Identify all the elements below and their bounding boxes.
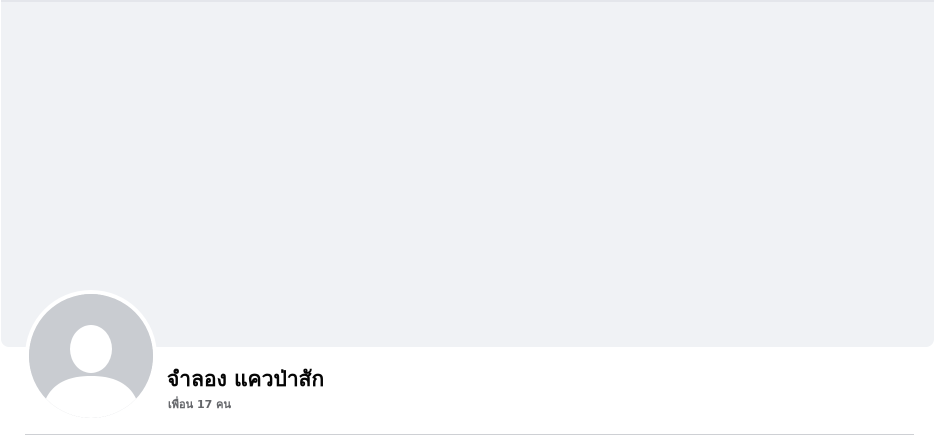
header-divider xyxy=(25,434,914,435)
profile-picture[interactable] xyxy=(29,294,153,418)
profile-picture-frame[interactable] xyxy=(25,290,157,422)
profile-name[interactable]: จำลอง แควป่าสัก xyxy=(167,365,324,393)
friends-count-link[interactable]: เพื่อน 17 คน xyxy=(168,397,231,412)
profile-header: จำลอง แควป่าสัก เพื่อน 17 คน xyxy=(0,0,935,436)
default-avatar-icon xyxy=(29,294,153,418)
cover-photo[interactable] xyxy=(1,0,934,347)
